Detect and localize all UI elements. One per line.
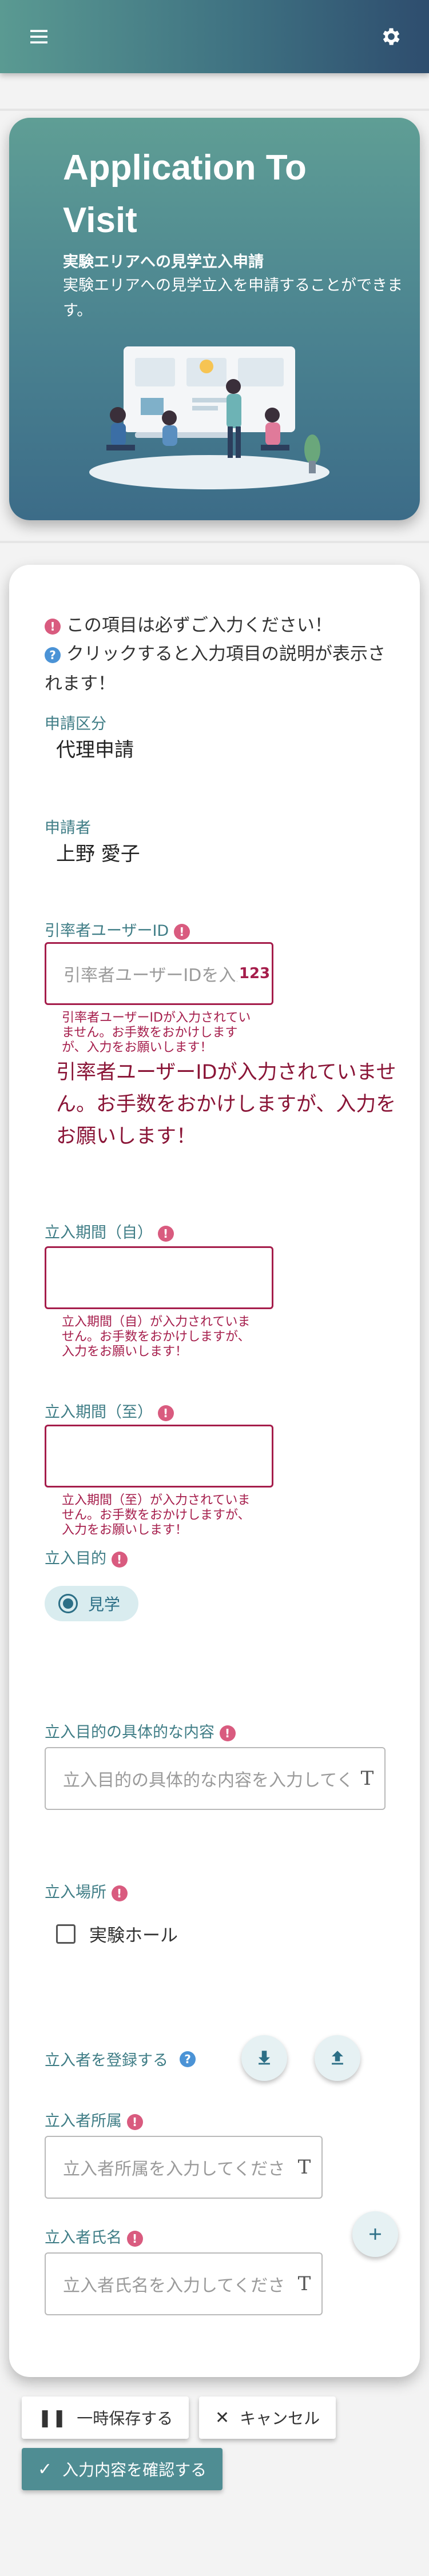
visitors-label-text: 立入者を登録する [45, 2052, 168, 2069]
confirm-button-label: 入力内容を確認する [62, 2461, 207, 2479]
purpose-label: 立入目的 ! [45, 1546, 128, 1568]
period-from-label-text: 立入期間（自） [45, 1224, 153, 1242]
period-to-label-text: 立入期間（至） [45, 1403, 153, 1421]
purpose-radio-visit[interactable]: 見学 [45, 1586, 138, 1621]
required-mark-icon: ! [157, 1405, 174, 1421]
divider [0, 109, 429, 111]
page-description: 実験エリアへの見学立入を申請することができます。 [63, 277, 403, 320]
visitor-name-input[interactable]: 立入者氏名を入力してください T [45, 2252, 323, 2315]
application-type-label: 申請区分 [45, 715, 106, 733]
help-mark-icon: ? [45, 647, 61, 663]
help-note-text: クリックすると入力項目の説明が表示されます！ [45, 644, 386, 694]
help-note: ? クリックすると入力項目の説明が表示されます！ [45, 639, 399, 699]
menu-icon[interactable] [25, 23, 53, 50]
visitor-name-placeholder: 立入者氏名を入力してください [63, 2276, 287, 2296]
leader-id-error-message: 引率者ユーザーIDが入力されていません。お手数をおかけしますが、入力をお願いしま… [56, 1061, 396, 1148]
pause-button[interactable]: ❚❚ 一時保存する [22, 2396, 189, 2439]
visitors-section-label: 立入者を登録する ? [45, 2048, 196, 2070]
leader-id-input[interactable]: 引率者ユーザーIDを入力してください 123 [45, 942, 273, 1005]
required-mark-icon: ! [126, 2114, 143, 2130]
confirm-button[interactable]: ✓ 入力内容を確認する [22, 2448, 223, 2490]
applicant-label: 申請者 [45, 819, 91, 837]
required-mark-icon: ! [111, 1885, 128, 1901]
leader-id-label: 引率者ユーザーID ! [45, 918, 190, 940]
purpose-detail-label-text: 立入目的の具体的な内容 [45, 1724, 214, 1741]
location-checkbox-hall[interactable]: 実験ホール [56, 1921, 178, 1947]
required-mark-icon: ! [173, 923, 190, 940]
required-note-text: この項目は必ずご入力ください！ [66, 615, 332, 636]
cancel-button-label: キャンセル [240, 2409, 320, 2428]
required-mark-icon: ! [45, 618, 61, 635]
text-format-icon: T [297, 2156, 311, 2179]
gear-icon[interactable] [378, 23, 405, 50]
add-visitor-button[interactable] [352, 2211, 398, 2257]
visitor-org-label: 立入者所属 ! [45, 2108, 143, 2131]
pause-icon: ❚❚ [38, 2407, 67, 2428]
leader-id-placeholder: 引率者ユーザーIDを入力してください [63, 966, 237, 986]
required-note: ! この項目は必ずご入力ください！ [45, 611, 399, 640]
visitor-name-label-text: 立入者氏名 [45, 2229, 122, 2247]
pause-button-label: 一時保存する [77, 2409, 173, 2428]
period-to-error: 立入期間（至）が入力されていません。お手数をおかけしますが、入力をお願いします！ [62, 1493, 251, 1537]
plus-icon [370, 2228, 381, 2240]
visitor-org-input[interactable]: 立入者所属を入力してください T [45, 2136, 323, 2199]
location-label-text: 立入場所 [45, 1884, 106, 1901]
purpose-detail-label: 立入目的の具体的な内容 ! [45, 1720, 236, 1742]
radio-selected-icon [58, 1594, 78, 1613]
period-from-error: 立入期間（自）が入力されていません。お手数をおかけしますが、入力をお願いします！ [62, 1315, 251, 1359]
period-from-label: 立入期間（自） ! [45, 1220, 174, 1242]
period-to-label: 立入期間（至） ! [45, 1399, 174, 1422]
download-icon [259, 2051, 270, 2065]
period-to-input[interactable] [45, 1425, 273, 1488]
leader-id-error-small: 引率者ユーザーIDが入力されていません。お手数をおかけしますが、入力をお願いしま… [62, 1011, 251, 1055]
required-mark-icon: ! [111, 1551, 128, 1568]
checkbox-unchecked-icon [56, 1924, 76, 1944]
number-icon: 123 [239, 965, 271, 982]
required-mark-icon: ! [126, 2230, 143, 2247]
upload-icon [332, 2051, 343, 2065]
divider [0, 541, 429, 543]
page-title: Application To Visit [63, 148, 307, 240]
meeting-illustration [89, 346, 329, 489]
applicant-value: 上野 愛子 [56, 843, 140, 866]
visitor-org-label-text: 立入者所属 [45, 2112, 122, 2130]
leader-id-label-text: 引率者ユーザーID [45, 922, 169, 940]
download-button[interactable] [241, 2035, 287, 2081]
visitor-name-label: 立入者氏名 ! [45, 2225, 143, 2247]
help-mark-icon[interactable]: ? [180, 2051, 196, 2067]
close-icon: ✕ [215, 2407, 230, 2428]
upload-button[interactable] [315, 2035, 360, 2081]
text-format-icon: T [297, 2272, 311, 2295]
application-type-value: 代理申請 [56, 739, 134, 761]
form-card: ! この項目は必ずご入力ください！ ? クリックすると入力項目の説明が表示されま… [9, 565, 420, 2377]
period-from-input[interactable] [45, 1246, 273, 1309]
visitor-org-placeholder: 立入者所属を入力してください [63, 2159, 287, 2179]
page-subtitle: 実験エリアへの見学立入申請 [63, 253, 264, 271]
location-label: 立入場所 ! [45, 1880, 128, 1902]
purpose-label-text: 立入目的 [45, 1550, 106, 1568]
location-option-label: 実験ホール [89, 1925, 178, 1946]
purpose-detail-input[interactable]: 立入目的の具体的な内容を入力してください T [45, 1747, 386, 1810]
text-format-icon: T [360, 1767, 374, 1790]
required-mark-icon: ! [157, 1225, 174, 1242]
purpose-detail-placeholder: 立入目的の具体的な内容を入力してください [63, 1770, 350, 1791]
purpose-option-label: 見学 [88, 1595, 121, 1614]
required-mark-icon: ! [219, 1725, 236, 1741]
cancel-button[interactable]: ✕ キャンセル [199, 2396, 336, 2439]
app-bar [0, 0, 429, 73]
hero-card: Application To Visit 実験エリアへの見学立入申請 実験エリア… [9, 118, 420, 520]
check-icon: ✓ [38, 2459, 53, 2479]
